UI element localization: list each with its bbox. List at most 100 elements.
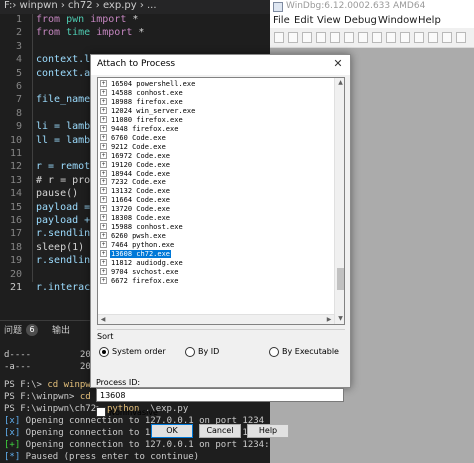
scroll-right-arrow-icon[interactable]: ▶: [324, 315, 334, 324]
plus-box-icon[interactable]: +: [100, 133, 107, 141]
process-label: 11080 firefox.exe: [110, 116, 184, 124]
close-icon[interactable]: ✕: [332, 58, 344, 70]
ok-button[interactable]: OK: [151, 424, 193, 438]
process-row[interactable]: +13720 Code.exe: [98, 205, 334, 213]
process-name: conhost.exe: [136, 223, 183, 232]
process-label: 9212 Code.exe: [110, 143, 167, 151]
plus-box-icon[interactable]: +: [100, 160, 107, 168]
plus-box-icon[interactable]: +: [100, 178, 107, 186]
process-row[interactable]: +14588 conhost.exe: [98, 88, 334, 97]
process-row[interactable]: +13132 Code.exe: [98, 187, 334, 195]
toolbar-button[interactable]: [302, 32, 312, 43]
process-row[interactable]: +6760 Code.exe: [98, 133, 334, 142]
tab-output[interactable]: 输出: [52, 323, 70, 337]
plus-box-icon[interactable]: +: [100, 259, 107, 266]
process-name: Code.exe: [136, 160, 171, 169]
plus-box-icon[interactable]: +: [100, 115, 107, 123]
line-number: 4: [15, 54, 22, 66]
menu-edit[interactable]: Edit: [294, 15, 313, 26]
dialog-title-bar[interactable]: Attach to Process ✕: [91, 55, 350, 75]
process-row[interactable]: +9212 Code.exe: [98, 142, 334, 151]
process-tree[interactable]: +16504 powershell.exe +14588 conhost.exe +…: [97, 77, 345, 325]
plus-box-icon[interactable]: +: [100, 142, 107, 150]
process-row[interactable]: +16972 Code.exe: [98, 151, 334, 160]
process-label: 19120 Code.exe: [110, 161, 171, 169]
menu-window[interactable]: Window: [378, 15, 417, 26]
help-button[interactable]: Help: [247, 424, 289, 438]
radio-unchecked-icon[interactable]: [185, 347, 195, 357]
toolbar-button[interactable]: [358, 32, 368, 43]
plus-box-icon[interactable]: +: [100, 214, 107, 222]
plus-box-icon[interactable]: +: [100, 276, 107, 284]
toolbar-button[interactable]: [274, 32, 284, 43]
process-row[interactable]: +7464 python.exe: [98, 241, 334, 249]
menu-file[interactable]: File: [273, 15, 290, 26]
process-row[interactable]: +18944 Code.exe: [98, 169, 334, 178]
process-row[interactable]: +9704 svchost.exe: [98, 267, 334, 276]
toolbar-button[interactable]: [330, 32, 340, 43]
toolbar-button[interactable]: [288, 32, 298, 43]
process-row[interactable]: +18988 firefox.exe: [98, 97, 334, 106]
plus-box-icon[interactable]: +: [100, 88, 107, 96]
process-row-selected[interactable]: +13608 ch72.exe: [98, 250, 334, 259]
process-row[interactable]: +9448 firefox.exe: [98, 124, 334, 133]
process-row[interactable]: +18308 Code.exe: [98, 214, 334, 222]
toolbar-button[interactable]: [456, 32, 466, 43]
plus-box-icon[interactable]: +: [100, 97, 107, 105]
toolbar-button[interactable]: [316, 32, 326, 43]
plus-box-icon[interactable]: +: [100, 205, 107, 213]
checkbox-unchecked-icon[interactable]: [96, 407, 106, 417]
radio-unchecked-icon[interactable]: [269, 347, 279, 357]
plus-box-icon[interactable]: +: [100, 232, 107, 240]
scroll-up-arrow-icon[interactable]: ▲: [335, 78, 344, 88]
scroll-thumb[interactable]: [337, 268, 344, 290]
plus-box-icon[interactable]: +: [100, 241, 107, 249]
menu-debug[interactable]: Debug: [344, 15, 377, 26]
process-row[interactable]: +11812 audiodg.exe: [98, 259, 334, 267]
breadcrumb[interactable]: F:› winpwn › ch72 › exp.py › ...: [4, 0, 157, 14]
process-row[interactable]: +16504 powershell.exe: [98, 80, 334, 88]
scroll-down-arrow-icon[interactable]: ▼: [335, 314, 344, 324]
plus-box-icon[interactable]: +: [100, 223, 107, 231]
toolbar-button[interactable]: [372, 32, 382, 43]
horizontal-scrollbar[interactable]: ◀ ▶: [98, 314, 334, 324]
vertical-scrollbar[interactable]: ▲ ▼: [334, 78, 344, 324]
scroll-left-arrow-icon[interactable]: ◀: [98, 315, 108, 324]
toolbar-button[interactable]: [428, 32, 438, 43]
plus-box-icon[interactable]: +: [100, 151, 107, 159]
plus-box-icon[interactable]: +: [100, 187, 107, 195]
menu-view[interactable]: View: [317, 15, 341, 26]
plus-box-icon[interactable]: +: [100, 169, 107, 177]
process-id: 18988: [111, 97, 133, 106]
process-id-input[interactable]: [96, 388, 344, 402]
tab-problems[interactable]: 问题: [4, 323, 22, 337]
process-row[interactable]: +11080 firefox.exe: [98, 115, 334, 124]
process-row[interactable]: +11664 Code.exe: [98, 196, 334, 204]
toolbar-button[interactable]: [344, 32, 354, 43]
plus-box-icon[interactable]: +: [100, 250, 107, 258]
process-row[interactable]: +6672 firefox.exe: [98, 276, 334, 285]
process-row[interactable]: +19120 Code.exe: [98, 160, 334, 169]
toolbar-button[interactable]: [386, 32, 396, 43]
process-row[interactable]: +12024 win_server.exe: [98, 106, 334, 115]
plus-box-icon[interactable]: +: [100, 196, 107, 204]
toolbar-button[interactable]: [442, 32, 452, 43]
process-row[interactable]: +15988 conhost.exe: [98, 223, 334, 231]
plus-box-icon[interactable]: +: [100, 80, 107, 87]
process-id: 14588: [111, 88, 133, 97]
windbg-title-bar[interactable]: WinDbg:6.12.0002.633 AMD64: [270, 0, 474, 14]
plus-box-icon[interactable]: +: [100, 106, 107, 114]
attach-to-process-dialog[interactable]: Attach to Process ✕ +16504 powershell.ex…: [90, 54, 351, 438]
process-name: win_server.exe: [136, 106, 196, 115]
process-row[interactable]: +6260 pwsh.exe: [98, 232, 334, 240]
menu-help[interactable]: Help: [418, 15, 441, 26]
toolbar-button[interactable]: [400, 32, 410, 43]
process-id: 19120: [111, 160, 133, 169]
process-label: 6672 firefox.exe: [110, 277, 179, 285]
plus-box-icon[interactable]: +: [100, 267, 107, 275]
plus-box-icon[interactable]: +: [100, 124, 107, 132]
process-row[interactable]: +7232 Code.exe: [98, 178, 334, 186]
cancel-button[interactable]: Cancel: [199, 424, 241, 438]
radio-checked-icon[interactable]: [99, 347, 109, 357]
toolbar-button[interactable]: [414, 32, 424, 43]
